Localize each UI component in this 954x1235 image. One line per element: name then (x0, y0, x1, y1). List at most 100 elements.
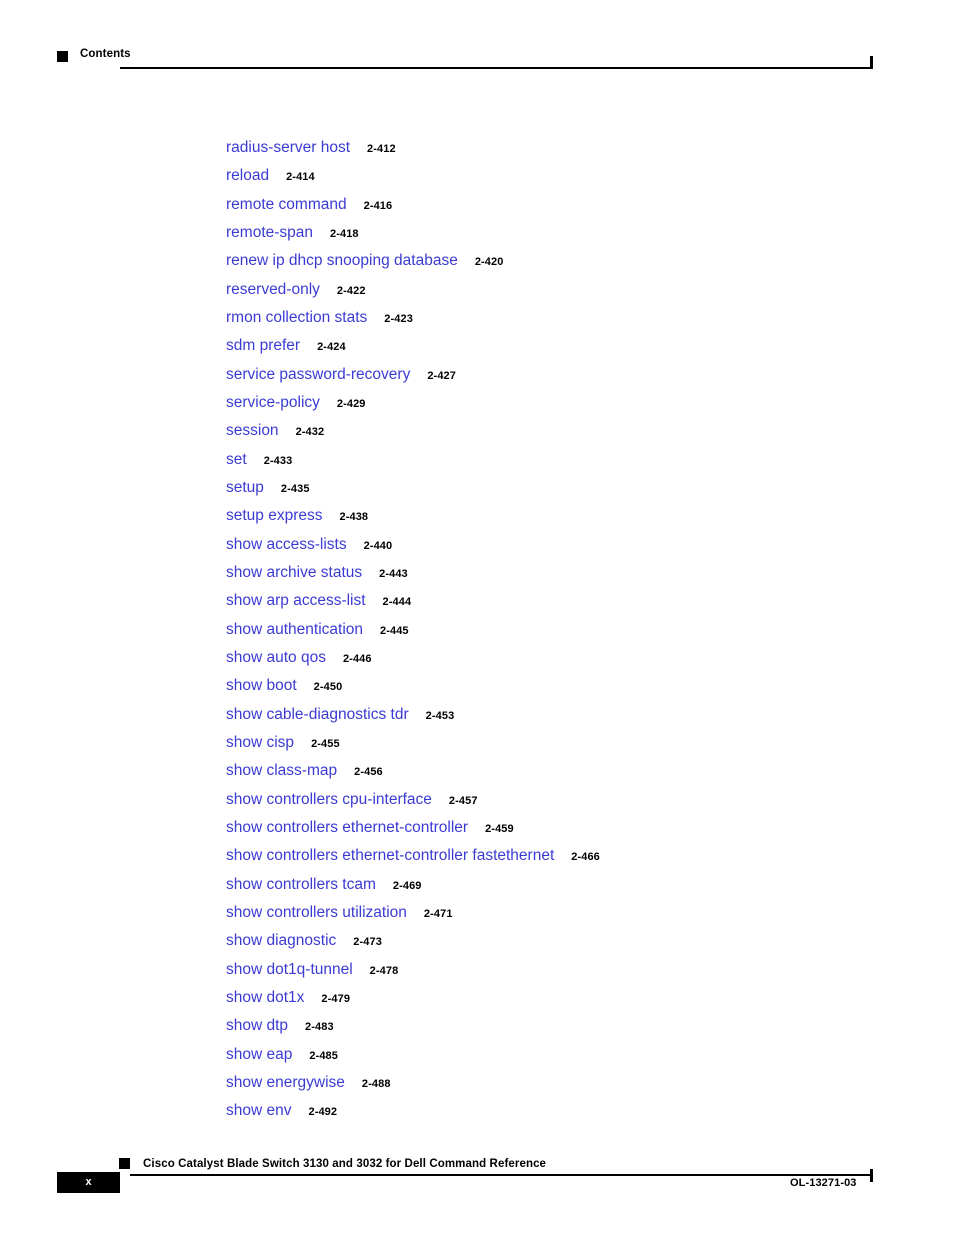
toc-entry[interactable]: setup express 2-438 (226, 502, 926, 530)
toc-entry-label[interactable]: show eap (226, 1046, 292, 1063)
toc-entry[interactable]: show dtp 2-483 (226, 1012, 926, 1040)
toc-entry[interactable]: reload 2-414 (226, 162, 926, 190)
toc-entry-label[interactable]: radius-server host (226, 139, 350, 156)
toc-entry-label[interactable]: sdm prefer (226, 337, 300, 354)
toc-entry-label[interactable]: set (226, 451, 247, 468)
toc-entry[interactable]: show controllers ethernet-controller fas… (226, 842, 926, 870)
toc-entry[interactable]: rmon collection stats 2-423 (226, 304, 926, 332)
toc-entry[interactable]: service-policy 2-429 (226, 389, 926, 417)
header-rule (120, 67, 872, 69)
toc-entry[interactable]: renew ip dhcp snooping database 2-420 (226, 247, 926, 275)
toc-entry-page-number: 2-450 (313, 681, 343, 694)
toc-entry-label[interactable]: show cisp (226, 734, 294, 751)
toc-entry-page-number: 2-469 (392, 879, 422, 892)
toc-entry[interactable]: show controllers cpu-interface 2-457 (226, 786, 926, 814)
toc-entry-page-number: 2-445 (380, 624, 409, 637)
toc-entry-label[interactable]: show controllers cpu-interface (226, 791, 432, 808)
toc-entry[interactable]: show diagnostic 2-473 (226, 927, 926, 955)
toc-entry-page-number: 2-466 (571, 851, 600, 864)
toc-entry-label[interactable]: remote command (226, 196, 347, 213)
toc-entry-label[interactable]: renew ip dhcp snooping database (226, 252, 458, 269)
toc-entry-label[interactable]: show authentication (226, 621, 363, 638)
toc-entry-label[interactable]: setup (226, 479, 264, 496)
toc-entry-label[interactable]: service password-recovery (226, 366, 410, 383)
toc-entry[interactable]: show boot 2-450 (226, 672, 926, 700)
toc-entry-label[interactable]: show dot1x (226, 989, 304, 1006)
toc-entry[interactable]: show energywise 2-488 (226, 1069, 926, 1097)
toc-entry[interactable]: show controllers tcam 2-469 (226, 871, 926, 899)
toc-entry[interactable]: show archive status 2-443 (226, 559, 926, 587)
toc-entry-page-number: 2-456 (354, 766, 383, 779)
toc-entry-label[interactable]: service-policy (226, 394, 320, 411)
toc-entry-page-number: 2-492 (308, 1106, 338, 1119)
toc-entry-label[interactable]: show energywise (226, 1074, 345, 1091)
toc-entry[interactable]: show auto qos 2-446 (226, 644, 926, 672)
toc-entry[interactable]: session 2-432 (226, 417, 926, 445)
toc-entry-label[interactable]: rmon collection stats (226, 309, 367, 326)
toc-entry[interactable]: reserved-only 2-422 (226, 276, 926, 304)
toc-entry[interactable]: show arp access-list 2-444 (226, 587, 926, 615)
toc-entry-label[interactable]: show controllers ethernet-controller fas… (226, 847, 554, 864)
toc-entry-label[interactable]: show controllers tcam (226, 876, 376, 893)
toc-entry[interactable]: show cable-diagnostics tdr 2-453 (226, 701, 926, 729)
toc-entry[interactable]: show cisp 2-455 (226, 729, 926, 757)
toc-entry[interactable]: show env 2-492 (226, 1097, 926, 1125)
black-square-bullet-icon (57, 51, 68, 62)
toc-entry[interactable]: show eap 2-485 (226, 1041, 926, 1069)
toc-entry[interactable]: show access-lists 2-440 (226, 531, 926, 559)
toc-entry-page-number: 2-455 (311, 737, 340, 750)
toc-entry-page-number: 2-433 (263, 454, 293, 467)
toc-entry-page-number: 2-473 (353, 936, 382, 949)
toc-entry-label[interactable]: show env (226, 1102, 291, 1119)
toc-entry-page-number: 2-420 (474, 256, 504, 269)
toc-entry[interactable]: service password-recovery 2-427 (226, 361, 926, 389)
toc-entry-page-number: 2-423 (384, 312, 413, 325)
toc-entry-label[interactable]: show boot (226, 677, 297, 694)
toc-entry-label[interactable]: setup express (226, 507, 323, 524)
toc-entry[interactable]: set 2-433 (226, 446, 926, 474)
toc-entry-page-number: 2-471 (423, 907, 453, 920)
toc-entry-page-number: 2-438 (339, 511, 369, 524)
toc-entry-label[interactable]: show class-map (226, 762, 337, 779)
toc-entry[interactable]: remote-span 2-418 (226, 219, 926, 247)
toc-entry-label[interactable]: reserved-only (226, 281, 320, 298)
toc-entry[interactable]: show dot1x 2-479 (226, 984, 926, 1012)
toc-entry[interactable]: show dot1q-tunnel 2-478 (226, 956, 926, 984)
toc-entry-label[interactable]: show dtp (226, 1017, 288, 1034)
toc-entry-page-number: 2-440 (363, 539, 393, 552)
toc-entry-label[interactable]: show controllers ethernet-controller (226, 819, 468, 836)
toc-entry[interactable]: setup 2-435 (226, 474, 926, 502)
document-page: Contents radius-server host 2-412 reload 2-… (0, 0, 954, 1235)
toc-entry-page-number: 2-427 (427, 369, 456, 382)
toc-entry[interactable]: sdm prefer 2-424 (226, 332, 926, 360)
page-number: x (85, 1176, 92, 1188)
toc-entry-label[interactable]: remote-span (226, 224, 313, 241)
toc-entry-label[interactable]: show archive status (226, 564, 362, 581)
footer-document-title: Cisco Catalyst Blade Switch 3130 and 303… (143, 1158, 547, 1170)
footer-black-square-bullet-icon (119, 1158, 130, 1169)
table-of-contents: radius-server host 2-412 reload 2-414 remote… (226, 134, 926, 1125)
toc-entry-label[interactable]: show cable-diagnostics tdr (226, 706, 409, 723)
page-header: Contents (0, 0, 954, 80)
toc-entry-label[interactable]: show controllers utilization (226, 904, 407, 921)
toc-entry-label[interactable]: show diagnostic (226, 932, 336, 949)
toc-entry-page-number: 2-479 (321, 992, 351, 1005)
toc-entry-label[interactable]: reload (226, 167, 269, 184)
toc-entry[interactable]: show controllers ethernet-controller 2-45… (226, 814, 926, 842)
toc-entry-label[interactable]: show arp access-list (226, 592, 366, 609)
toc-entry-label[interactable]: show access-lists (226, 536, 347, 553)
toc-entry-label[interactable]: show auto qos (226, 649, 326, 666)
toc-entry[interactable]: show controllers utilization 2-471 (226, 899, 926, 927)
toc-entry-page-number: 2-424 (317, 341, 346, 354)
toc-entry-label[interactable]: show dot1q-tunnel (226, 961, 353, 978)
toc-entry-page-number: 2-485 (309, 1049, 338, 1062)
toc-entry-page-number: 2-422 (336, 284, 366, 297)
toc-entry[interactable]: show class-map 2-456 (226, 757, 926, 785)
toc-entry-page-number: 2-412 (367, 143, 396, 155)
toc-entry[interactable]: radius-server host 2-412 (226, 134, 926, 162)
toc-entry[interactable]: show authentication 2-445 (226, 616, 926, 644)
toc-entry[interactable]: remote command 2-416 (226, 191, 926, 219)
toc-entry-page-number: 2-459 (485, 822, 514, 835)
toc-entry-label[interactable]: session (226, 422, 279, 439)
toc-entry-page-number: 2-414 (286, 171, 315, 184)
